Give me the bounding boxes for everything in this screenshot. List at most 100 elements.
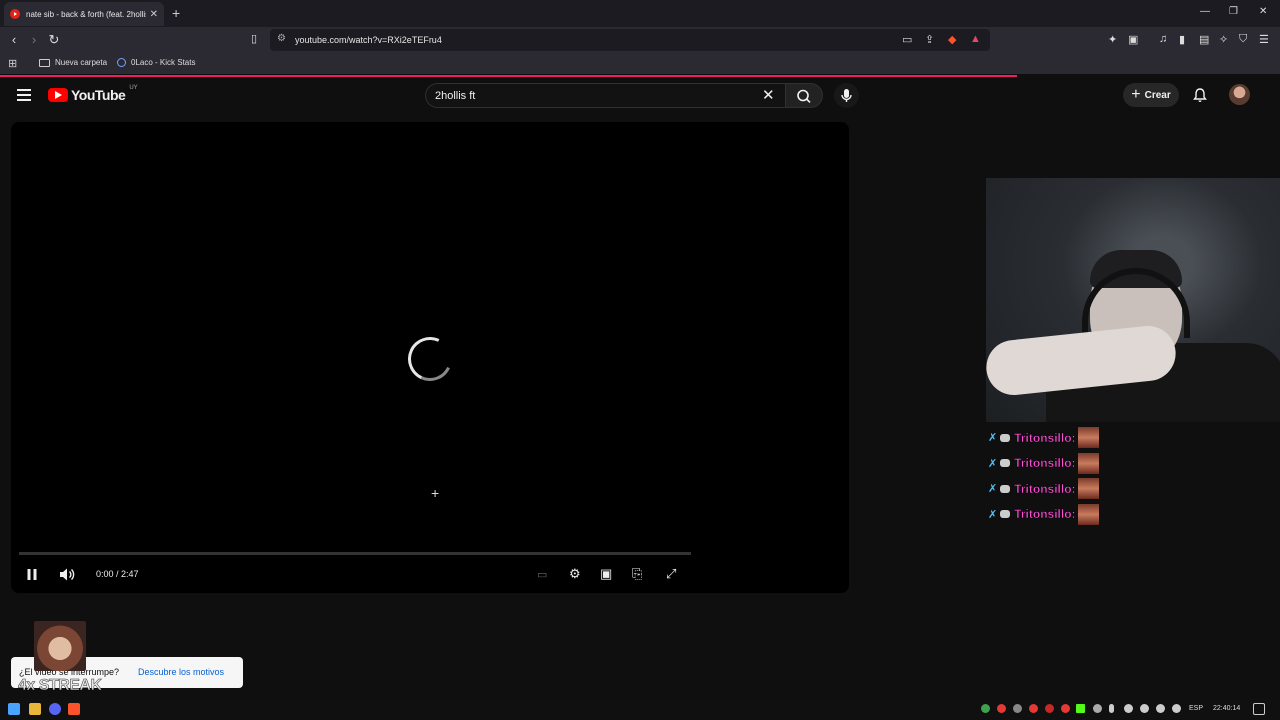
restore-window-icon[interactable]: ❐ [1229,6,1238,17]
sub-badge-icon [1000,433,1011,442]
apps-grid-icon[interactable]: ⊞ [8,57,17,70]
close-window-icon[interactable]: ✕ [1259,6,1267,17]
leo-ai-icon[interactable]: ✧ [1219,33,1228,46]
create-button[interactable]: + Crear [1123,83,1179,107]
url-text: youtube.com/watch?v=RXi2eTEFru4 [295,35,442,45]
file-explorer-icon[interactable] [29,703,41,715]
sub-badge-icon [1000,459,1011,468]
sword-badge-icon: ✗ [988,432,998,445]
tab-title: nate sib - back & forth (feat. 2hollis) [26,9,146,19]
windows-start-icon[interactable] [8,703,20,715]
bookmark-kick-stats[interactable]: 0Laco - Kick Stats [117,58,195,67]
hamburger-menu-icon[interactable] [17,89,31,101]
cast-tab-icon[interactable]: ▭ [902,33,912,46]
screenshot-icon[interactable]: ▣ [1128,33,1138,46]
bookmark-folder[interactable]: Nueva carpeta [39,58,107,67]
voice-search-button[interactable] [834,83,859,108]
chat-overlay: ✗ Tritonsillo: ✗ Tritonsillo: ✗ Tritonsi… [988,425,1099,527]
brave-shields-icon[interactable]: ◆ [948,33,956,46]
create-label: Crear [1144,89,1171,101]
chat-emote [1077,452,1099,474]
menu-icon[interactable]: ☰ [1259,33,1269,46]
close-tab-icon[interactable]: ✕ [150,9,158,20]
youtube-logo[interactable]: YouTube UY [48,85,138,103]
pause-icon[interactable] [26,568,38,581]
youtube-wordmark: YouTube [71,87,126,103]
extensions-icon[interactable]: ✦ [1108,33,1117,46]
bookmark-icon[interactable]: ▯ [246,32,262,45]
folder-icon [39,58,50,67]
fullscreen-icon[interactable]: ⤢ [666,566,676,582]
tray-app-icon[interactable] [1013,704,1022,713]
wallet-icon[interactable]: ▤ [1199,33,1209,46]
toast-link[interactable]: Descubre los motivos [138,667,224,677]
brave-rewards-icon[interactable]: ▲ [970,33,981,45]
clock[interactable]: 22:40:14 [1213,705,1240,712]
network-icon[interactable] [1156,704,1165,713]
sword-badge-icon: ✗ [988,483,998,496]
settings-gear-icon[interactable]: ⚙ [569,566,581,582]
chat-emote [1077,503,1099,525]
browser-tab-bar: nate sib - back & forth (feat. 2hollis) … [0,0,1280,27]
tray-app-icon[interactable] [981,704,990,713]
cast-icon[interactable]: ⎘ [632,566,642,582]
chat-message: ✗ Tritonsillo: [988,425,1099,451]
chat-username: Tritonsillo: [1014,456,1076,471]
media-icon[interactable]: ♫ [1159,33,1167,45]
discord-icon[interactable] [49,703,61,715]
bookmark-label: 0Laco - Kick Stats [131,58,196,67]
volume-icon[interactable] [59,567,75,582]
share-icon[interactable]: ⇪ [925,33,934,46]
search-button[interactable] [785,83,823,108]
site-settings-icon[interactable]: ⚙ [277,33,286,44]
sub-badge-icon [1000,510,1011,519]
notifications-bell-icon[interactable] [1192,87,1208,103]
sword-badge-icon: ✗ [988,457,998,470]
chat-message: ✗ Tritonsillo: [988,451,1099,477]
tray-app-icon[interactable] [1124,704,1133,713]
sword-badge-icon: ✗ [988,508,998,521]
tray-app-icon[interactable] [1029,704,1038,713]
microphone-tray-icon[interactable] [1109,704,1114,713]
tray-app-icon[interactable] [1045,704,1054,713]
forward-icon[interactable]: › [26,32,42,47]
back-icon[interactable]: ‹ [6,32,22,47]
account-avatar[interactable] [1229,84,1250,105]
subtitles-icon[interactable]: ▭ [537,568,547,581]
notifications-icon[interactable] [1253,703,1265,715]
volume-tray-icon[interactable] [1172,704,1181,713]
plus-icon: + [1131,86,1141,103]
country-code: UY [129,85,138,91]
miniplayer-icon[interactable]: ▣ [600,566,612,582]
new-tab-button[interactable]: + [172,5,180,21]
clear-search-icon[interactable]: ✕ [762,86,775,104]
search-input[interactable]: 2hollis ft [425,83,785,108]
reload-icon[interactable]: ↻ [46,32,62,48]
chat-message: ✗ Tritonsillo: [988,476,1099,502]
minimize-window-icon[interactable]: — [1200,6,1210,17]
microphone-icon [841,89,852,102]
chat-emote [1077,478,1099,500]
vpn-shield-icon[interactable]: ⛉ [1239,33,1247,46]
youtube-play-logo-icon [48,88,68,102]
tray-record-icon[interactable] [997,704,1006,713]
player-controls: 0:00 / 2:47 ▭ ⚙ ▣ ⎘ ⤢ [11,560,849,590]
chat-username: Tritonsillo: [1014,430,1076,445]
brave-browser-icon[interactable] [68,703,80,715]
bookmark-label: Nueva carpeta [55,58,108,67]
browser-tab[interactable]: nate sib - back & forth (feat. 2hollis) … [4,2,164,26]
address-bar[interactable]: ⚙ youtube.com/watch?v=RXi2eTEFru4 [270,29,990,51]
youtube-favicon-icon [10,9,20,19]
webcam-overlay [986,178,1280,422]
sidebar-icon[interactable]: ▮ [1179,33,1185,46]
kick-tray-icon[interactable] [1076,704,1085,713]
tray-app-icon[interactable] [1140,704,1149,713]
tray-app-icon[interactable] [1093,704,1102,713]
bookmarks-bar: ⊞ Nueva carpeta 0Laco - Kick Stats [0,53,1280,74]
mouse-cursor-icon: + [431,485,440,501]
tray-app-icon[interactable] [1061,704,1070,713]
streak-label: 4x STREAK [18,677,103,695]
video-progress-bar[interactable] [19,552,691,555]
language-indicator[interactable]: ESP [1189,705,1203,712]
browser-nav-bar: ‹ › ↻ ▯ ⚙ youtube.com/watch?v=RXi2eTEFru… [0,27,1280,53]
